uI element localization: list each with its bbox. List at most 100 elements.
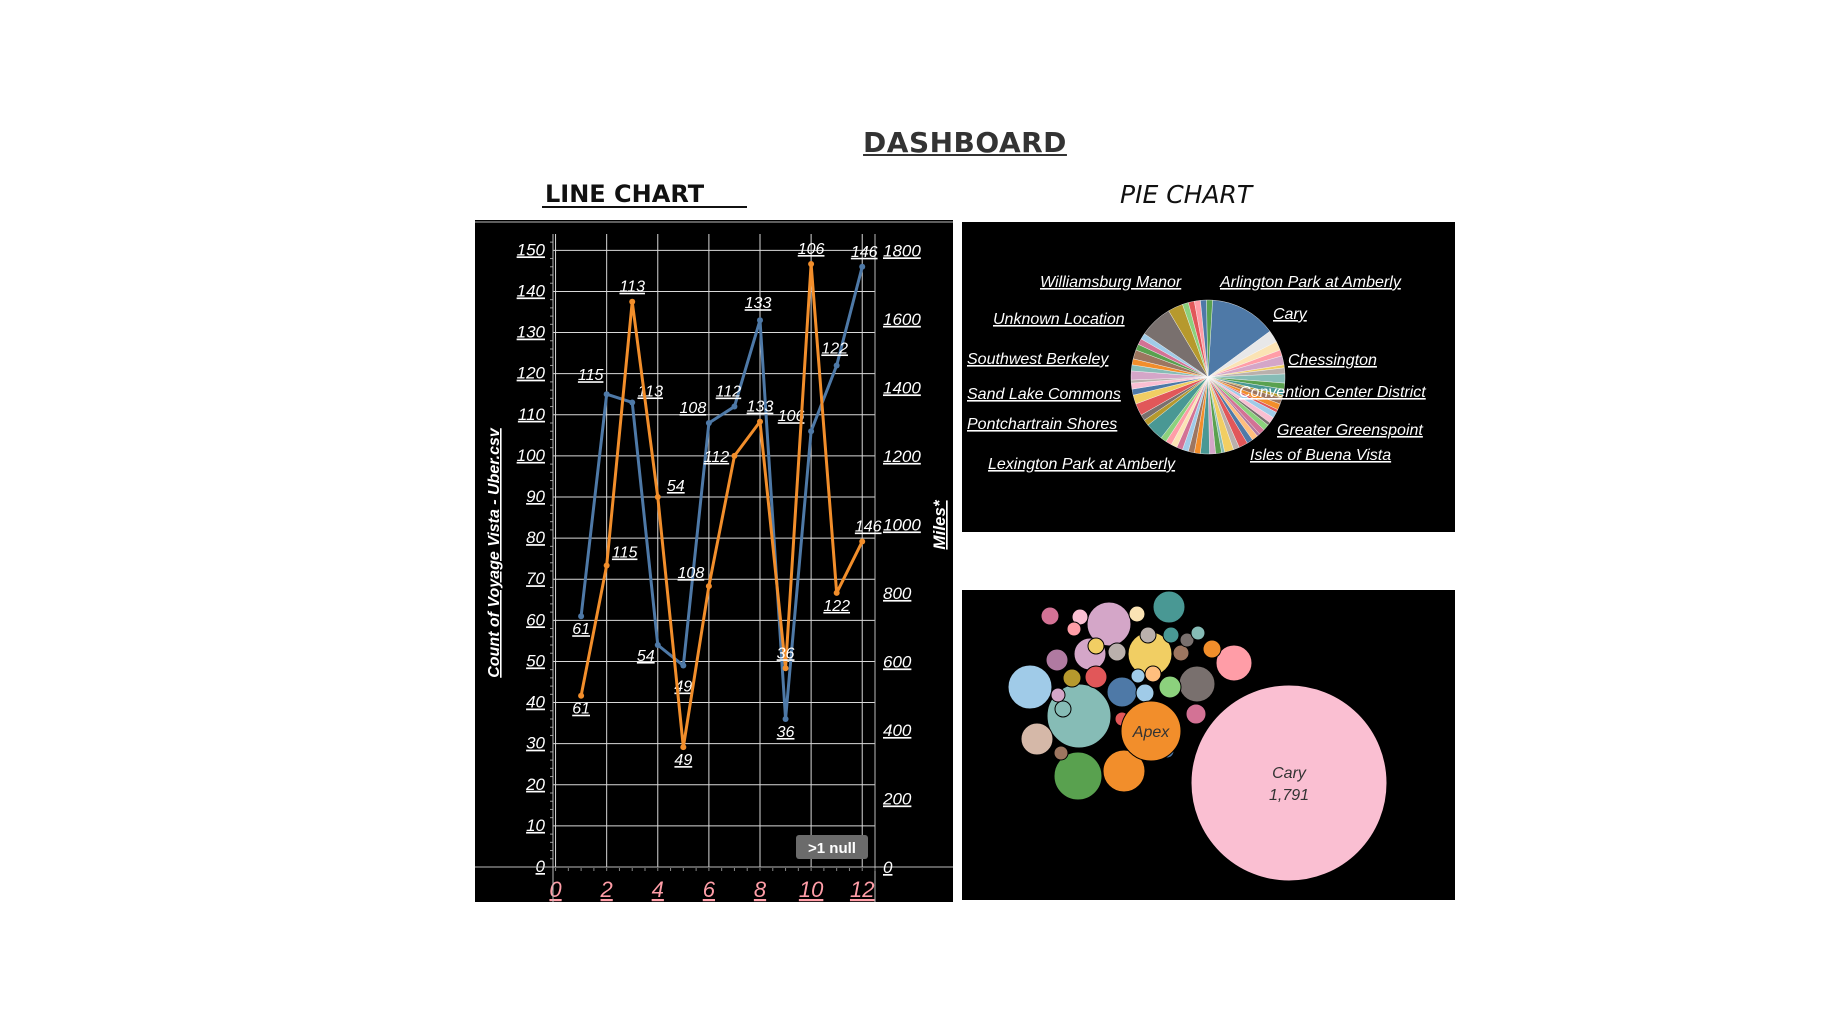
pie-label: Williamsburg Manor [1040, 274, 1182, 291]
bubble [1054, 700, 1072, 718]
bubble [1050, 687, 1066, 703]
pie-label: Unknown Location [993, 311, 1125, 328]
bubble [1106, 676, 1138, 708]
data-point-blue [782, 716, 789, 722]
data-label: 133 [745, 295, 772, 312]
data-label: 133 [747, 399, 774, 416]
bubble-value: 1,791 [1269, 787, 1309, 804]
series-line-orange [579, 262, 864, 749]
bubble [1144, 665, 1162, 683]
y2-tick-label: 1200 [883, 447, 921, 466]
bubble-label: Cary [1272, 765, 1307, 782]
y-tick-label: 90 [526, 487, 545, 506]
y2-tick-label: 0 [883, 858, 893, 877]
data-label: 106 [798, 241, 825, 258]
x-tick-label: 0 [549, 877, 562, 902]
bubble [1202, 639, 1222, 659]
bubble [1020, 722, 1054, 756]
data-point-blue [654, 642, 661, 648]
pie-label: Greater Greenspoint [1277, 422, 1423, 439]
data-label: 115 [612, 545, 638, 562]
data-point-blue [578, 613, 585, 620]
y2-tick-label: 600 [883, 652, 912, 671]
bubble [1053, 745, 1069, 761]
data-label: 112 [716, 384, 742, 401]
bubble [1084, 665, 1108, 689]
data-point-blue [833, 362, 840, 369]
data-point-orange [603, 562, 610, 569]
data-label: 146 [851, 244, 878, 261]
bubble [1135, 683, 1155, 703]
data-label: 112 [704, 449, 730, 466]
bubble [1045, 648, 1069, 672]
y-tick-label: 100 [517, 446, 546, 465]
bubble [1190, 625, 1206, 641]
y-tick-label: 10 [526, 816, 545, 835]
bubble [1162, 626, 1180, 644]
data-label: 61 [572, 701, 590, 718]
data-point-blue [629, 399, 636, 406]
data-label: 122 [823, 598, 850, 615]
data-label: 108 [678, 565, 705, 582]
y2-tick-label: 1800 [883, 241, 921, 260]
y2-tick-label: 1400 [883, 378, 921, 397]
x-tick-label: 8 [754, 877, 767, 902]
bubble [1128, 605, 1146, 623]
bubble [1130, 668, 1146, 684]
x-tick-label: 4 [652, 877, 664, 902]
x-tick-label: 6 [703, 877, 716, 902]
data-point-blue [808, 428, 815, 435]
bubble-label: Apex [1132, 724, 1170, 741]
data-label: 54 [667, 478, 685, 495]
line-chart-title: LINE CHART [545, 180, 705, 208]
data-label: 54 [637, 648, 655, 665]
pie-label: Convention Center District [1239, 384, 1426, 401]
pie-label: Arlington Park at Amberly [1219, 274, 1402, 291]
data-label: 113 [619, 279, 645, 296]
data-point-orange [731, 452, 738, 459]
data-label: 146 [855, 519, 882, 536]
data-label: 115 [578, 367, 604, 384]
y-tick-label: 60 [526, 610, 545, 629]
data-point-orange [757, 418, 763, 425]
y-tick-label: 140 [517, 281, 546, 300]
x-tick-label: 12 [850, 877, 874, 902]
y-tick-label: 80 [526, 528, 545, 547]
bubble [1139, 626, 1157, 644]
data-label: 61 [572, 621, 590, 638]
data-label: 36 [777, 724, 795, 741]
x-tick-label: 10 [799, 877, 824, 902]
data-point-orange [629, 298, 636, 305]
y-tick-label: 30 [526, 734, 545, 753]
bubble [1107, 642, 1127, 662]
data-point-orange [808, 261, 815, 268]
bubble [1066, 621, 1082, 637]
pie-chart-panel: Williamsburg Manor Arlington Park at Ambe… [962, 222, 1455, 532]
data-point-orange [705, 583, 712, 590]
y-tick-label: 130 [517, 323, 546, 342]
data-point-orange [782, 665, 789, 672]
data-point-orange [654, 494, 661, 500]
y2-axis-title: Miles* [930, 499, 949, 550]
pie-label: Southwest Berkeley [967, 351, 1109, 368]
y-tick-label: 110 [518, 405, 546, 424]
pie-chart-title: PIE CHART [1120, 180, 1253, 209]
y-tick-label: 120 [517, 364, 546, 383]
bubble-chart: Cary 1,791 Apex [1007, 590, 1388, 882]
data-point-orange [578, 692, 585, 699]
data-point-orange [859, 538, 866, 545]
bubble [1062, 668, 1082, 688]
data-label: 122 [821, 340, 848, 357]
data-label: 49 [674, 752, 692, 769]
y2-tick-label: 800 [883, 584, 912, 603]
pie-label: Sand Lake Commons [967, 386, 1121, 403]
bubble [1158, 675, 1182, 699]
y2-tick-label: 200 [882, 789, 912, 808]
y-tick-label: 70 [526, 569, 545, 588]
y-axis-title: Count of Voyage Vista - Uber.csv [486, 427, 503, 678]
series-line-blue [579, 266, 864, 721]
y-tick-label: 50 [526, 651, 545, 670]
y2-tick-label: 1000 [883, 515, 921, 534]
data-label: 113 [637, 383, 663, 400]
pie-label: Isles of Buena Vista [1250, 447, 1391, 464]
